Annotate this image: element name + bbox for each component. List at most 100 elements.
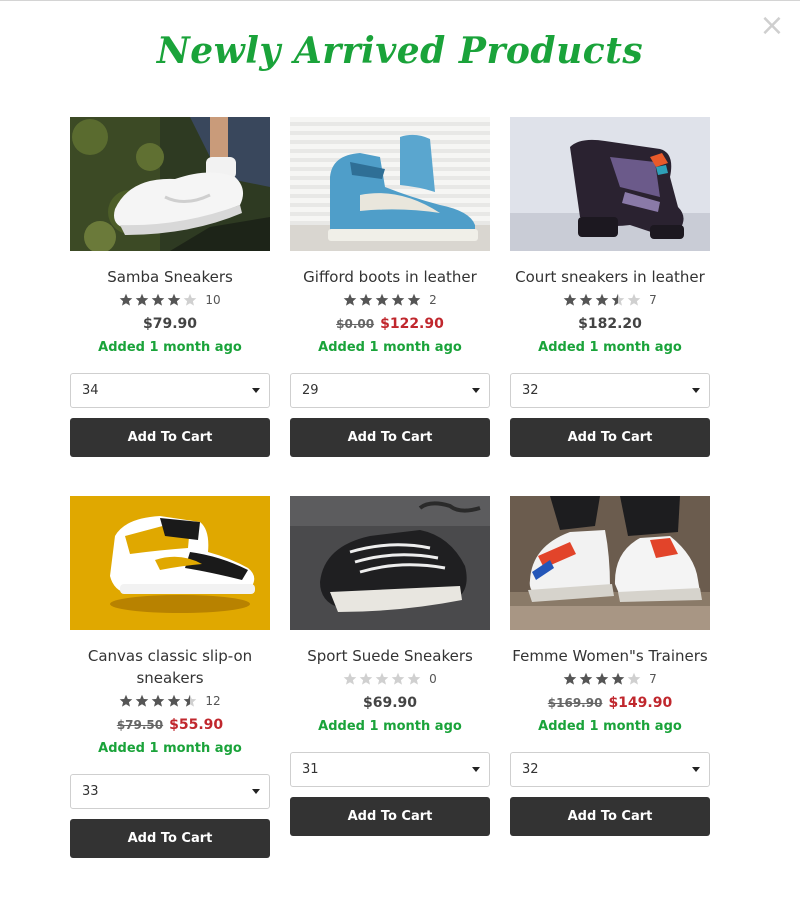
product-row: Canvas classic slip-on sneakers 12 $79.5… [70,496,710,858]
page-title: Newly Arrived Products [156,30,644,72]
star-empty-icon [627,293,641,306]
added-date: Added 1 month ago [318,340,462,355]
star-half-icon [611,293,625,306]
star-empty-icon [407,672,421,685]
size-select[interactable]: 32 [510,752,710,787]
star-icon [359,293,373,306]
caret-down-icon [692,388,700,393]
product-grid: Samba Sneakers 10 $79.90 Added 1 month a… [70,117,710,858]
star-empty-icon [391,672,405,685]
product-card: Gifford boots in leather 2 $0.00 $122.90 … [290,117,490,457]
product-rating: 7 [510,292,710,308]
size-value: 32 [522,762,539,777]
price-block: $79.90 [70,314,270,334]
star-empty-icon [375,672,389,685]
add-to-cart-button[interactable]: Add To Cart [510,797,710,836]
star-icon [563,293,577,306]
size-value: 34 [82,383,99,398]
star-empty-icon [343,672,357,685]
product-card: Canvas classic slip-on sneakers 12 $79.5… [70,496,270,858]
added-date: Added 1 month ago [538,340,682,355]
product-name[interactable]: Femme Women"s Trainers [510,645,710,667]
star-icon [152,694,165,707]
star-empty-icon [359,672,373,685]
product-rating: 12 [70,693,270,709]
caret-down-icon [472,767,480,772]
star-icon [120,293,133,306]
review-count: 10 [205,293,221,307]
size-value: 29 [302,383,319,398]
star-icon [391,293,405,306]
star-icon [152,293,165,306]
add-to-cart-button[interactable]: Add To Cart [290,418,490,457]
star-icon [375,293,389,306]
product-card: Samba Sneakers 10 $79.90 Added 1 month a… [70,117,270,457]
product-card: Femme Women"s Trainers 7 $169.90 $149.90 … [510,496,710,858]
star-icon [343,293,357,306]
old-price: $169.90 [547,696,603,710]
product-rating: 2 [290,292,490,308]
review-count: 12 [205,694,221,708]
size-select[interactable]: 34 [70,373,270,408]
caret-down-icon [692,767,700,772]
add-to-cart-button[interactable]: Add To Cart [290,797,490,836]
sale-price: $55.90 [169,717,224,733]
size-value: 33 [82,784,99,799]
review-count: 2 [429,293,437,307]
old-price: $0.00 [336,317,375,331]
price-block: $69.90 [290,693,490,713]
size-select[interactable]: 33 [70,774,270,809]
added-date: Added 1 month ago [98,340,242,355]
size-value: 31 [302,762,319,777]
size-select[interactable]: 29 [290,373,490,408]
review-count: 0 [429,672,437,686]
product-price: $69.90 [362,695,418,711]
star-icon [407,293,421,306]
caret-down-icon [252,388,260,393]
product-image[interactable] [70,117,270,253]
old-price: $79.50 [116,718,164,732]
add-to-cart-button[interactable]: Add To Cart [70,819,270,858]
product-price: $182.20 [578,316,642,332]
product-image[interactable] [290,117,490,251]
star-icon [579,672,593,685]
star-icon [595,293,609,306]
product-name[interactable]: Sport Suede Sneakers [290,645,490,667]
product-image[interactable] [510,496,710,630]
review-count: 7 [649,293,657,307]
star-icon [136,694,149,707]
star-half-icon [184,694,197,707]
add-to-cart-button[interactable]: Add To Cart [70,418,270,457]
sale-price: $149.90 [608,695,673,711]
price-block: $79.50 $55.90 [70,715,270,735]
product-row: Samba Sneakers 10 $79.90 Added 1 month a… [70,117,710,457]
added-date: Added 1 month ago [538,719,682,734]
star-icon [168,694,181,707]
review-count: 7 [649,672,657,686]
star-icon [563,672,577,685]
star-icon [595,672,609,685]
product-image[interactable] [70,496,270,630]
price-block: $182.20 [510,314,710,334]
product-name[interactable]: Samba Sneakers [70,266,270,288]
star-empty-icon [627,672,641,685]
product-rating: 10 [70,292,270,308]
product-rating: 0 [290,671,490,687]
add-to-cart-button[interactable]: Add To Cart [510,418,710,457]
star-icon [611,672,625,685]
product-image[interactable] [290,496,490,630]
star-empty-icon [184,293,197,306]
star-icon [120,694,133,707]
product-rating: 7 [510,671,710,687]
product-image[interactable] [510,117,710,251]
price-block: $0.00 $122.90 [290,314,490,334]
added-date: Added 1 month ago [98,741,242,756]
product-name[interactable]: Gifford boots in leather [290,266,490,288]
size-select[interactable]: 32 [510,373,710,408]
product-name[interactable]: Canvas classic slip-on sneakers [70,645,270,689]
size-select[interactable]: 31 [290,752,490,787]
caret-down-icon [472,388,480,393]
caret-down-icon [252,789,260,794]
size-value: 32 [522,383,539,398]
product-name[interactable]: Court sneakers in leather [510,266,710,288]
